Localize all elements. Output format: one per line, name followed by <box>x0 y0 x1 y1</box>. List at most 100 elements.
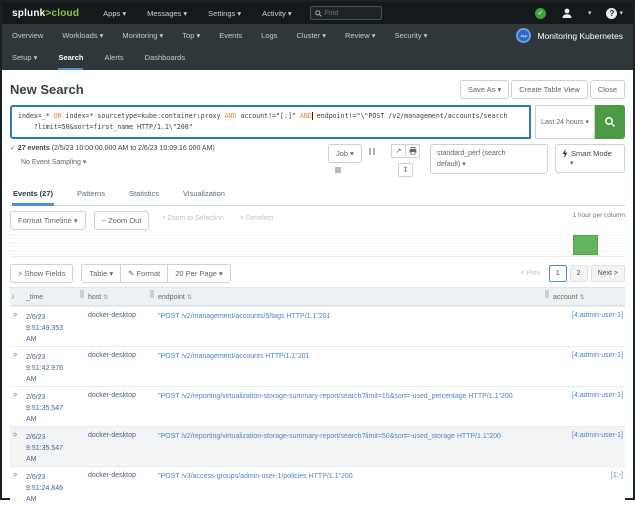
column-resize-handle[interactable] <box>80 290 84 298</box>
account-cell[interactable]: [4:admin-user-1] <box>553 432 625 439</box>
menu-messages[interactable]: Messages ▾ <box>147 9 187 18</box>
zoom-out-button[interactable]: − Zoom Out <box>94 211 150 230</box>
tab-events[interactable]: Events (27) <box>12 183 54 206</box>
expand-row-icon[interactable]: > <box>10 312 26 319</box>
find-input[interactable] <box>325 10 377 17</box>
app-sub-nav: Setup ▾ Search Alerts Dashboards <box>2 47 633 70</box>
page-1-button[interactable]: 1 <box>549 265 567 282</box>
timeline-bar[interactable] <box>573 235 598 255</box>
time-range-picker[interactable]: Last 24 hours ▾ <box>535 105 595 139</box>
top-right-icons: ✓ ▾ ? ▾ <box>535 7 623 19</box>
nav-top[interactable]: Top ▾ <box>182 31 200 40</box>
search-query-input[interactable]: index=_* OR index=* sourcetype=kube:cont… <box>10 105 531 139</box>
table-row: > 2/6/23 9:51:24.846 AM docker-desktop "… <box>10 466 625 506</box>
account-cell[interactable]: [4:admin-user-1] <box>553 352 625 359</box>
nav-security[interactable]: Security ▾ <box>395 31 428 40</box>
expand-row-icon[interactable]: > <box>10 472 26 479</box>
close-button[interactable]: Close <box>590 80 625 99</box>
event-date: 2/6/23 <box>26 312 88 323</box>
magnifier-icon <box>604 116 616 128</box>
format-timeline-button[interactable]: Format Timeline ▾ <box>10 211 86 230</box>
table-row: > 2/6/23 9:51:42.976 AM docker-desktop "… <box>10 346 625 386</box>
stop-icon[interactable] <box>335 167 341 173</box>
host-cell[interactable]: docker-desktop <box>88 472 158 479</box>
next-page-button[interactable]: Next > <box>591 265 625 282</box>
job-status-bar: ✓ 27 events (2/5/23 10:00:00.000 AM to 2… <box>10 144 625 180</box>
column-resize-handle[interactable] <box>545 290 549 298</box>
col-endpoint-label: endpoint <box>158 294 185 301</box>
results-toolbar: > Show Fields Table ▾ ✎ Format 20 Per Pa… <box>10 264 625 283</box>
table-view-dropdown[interactable]: Table ▾ <box>81 264 121 283</box>
splunk-cloud-logo[interactable]: splunk>cloud <box>12 8 79 19</box>
page-2-button[interactable]: 2 <box>570 265 588 282</box>
col-info: i <box>10 293 26 301</box>
host-cell[interactable]: docker-desktop <box>88 312 158 319</box>
per-page-dropdown[interactable]: 20 Per Page ▾ <box>167 264 231 283</box>
expand-row-icon[interactable]: > <box>10 432 26 439</box>
endpoint-cell[interactable]: "POST /v2/reporting/virtualization-stora… <box>158 432 553 443</box>
pause-icon[interactable] <box>369 148 375 155</box>
share-icon[interactable]: ↗ <box>391 144 406 158</box>
endpoint-cell[interactable]: "POST /v3/access-groups/admin-user-1/pol… <box>158 472 553 483</box>
column-resize-handle[interactable] <box>150 290 154 298</box>
account-cell[interactable]: [1:-] <box>553 472 625 479</box>
tab-patterns[interactable]: Patterns <box>76 183 106 206</box>
smart-mode-dropdown[interactable]: Smart Mode ▾ <box>555 144 625 173</box>
menu-apps[interactable]: Apps ▾ <box>103 9 126 18</box>
save-as-button[interactable]: Save As ▾ <box>460 80 509 99</box>
tab-statistics[interactable]: Statistics <box>128 183 160 206</box>
nav-monitoring[interactable]: Monitoring ▾ <box>122 31 163 40</box>
user-icon[interactable] <box>561 7 573 19</box>
create-table-view-button[interactable]: Create Table View <box>511 80 588 99</box>
search-mode-perf-dropdown[interactable]: standard_perf (search default) ▾ <box>430 144 548 174</box>
find-search-box[interactable] <box>310 6 382 20</box>
tab-visualization[interactable]: Visualization <box>182 183 226 206</box>
endpoint-cell[interactable]: "POST /v2/reporting/virtualization-stora… <box>158 392 553 403</box>
nav-cluster[interactable]: Cluster ▾ <box>296 31 326 40</box>
menu-activity[interactable]: Activity ▾ <box>262 9 292 18</box>
host-cell[interactable]: docker-desktop <box>88 392 158 399</box>
col-endpoint[interactable]: endpoint⇅ <box>158 293 553 301</box>
event-date: 2/6/23 <box>26 472 88 483</box>
sort-icon: ⇅ <box>103 294 108 301</box>
job-menu-button[interactable]: Job ▾ <box>328 144 362 163</box>
search-bar: index=_* OR index=* sourcetype=kube:cont… <box>10 105 625 139</box>
endpoint-cell[interactable]: "POST /v2/management/accounts HTTP/1.1"2… <box>158 352 553 363</box>
nav-workloads[interactable]: Workloads ▾ <box>62 31 103 40</box>
logo-cloud: cloud <box>51 8 79 19</box>
nav-review[interactable]: Review ▾ <box>345 31 375 40</box>
subnav-dashboards[interactable]: Dashboards <box>145 47 185 70</box>
account-caret-icon[interactable]: ▾ <box>588 9 592 17</box>
event-sampling-dropdown[interactable]: No Event Sampling ▾ <box>10 158 215 168</box>
run-search-button[interactable] <box>595 105 625 139</box>
menu-settings[interactable]: Settings ▾ <box>208 9 241 18</box>
col-time[interactable]: _time <box>26 293 88 301</box>
timeline-chart[interactable] <box>10 231 625 257</box>
col-account[interactable]: account⇅ <box>553 293 625 301</box>
format-button[interactable]: ✎ Format <box>120 264 168 283</box>
health-check-icon[interactable]: ✓ <box>535 8 546 19</box>
endpoint-cell[interactable]: "POST /v2/management/accounts/5/tags HTT… <box>158 312 553 323</box>
show-fields-button[interactable]: > Show Fields <box>10 264 73 283</box>
job-summary: ✓ 27 events (2/5/23 10:00:00.000 AM to 2… <box>10 144 215 168</box>
col-host[interactable]: host⇅ <box>88 293 158 301</box>
event-time-range: (2/5/23 10:00:00.000 AM to 2/6/23 10:09:… <box>52 145 215 152</box>
smart-mode-label: Smart Mode <box>571 148 612 159</box>
host-cell[interactable]: docker-desktop <box>88 432 158 439</box>
subnav-setup[interactable]: Setup ▾ <box>12 47 37 70</box>
export-icon[interactable]: ↧ <box>398 163 413 177</box>
subnav-alerts[interactable]: Alerts <box>104 47 123 70</box>
nav-logs[interactable]: Logs <box>261 31 277 40</box>
account-cell[interactable]: [4:admin-user-1] <box>553 392 625 399</box>
host-cell[interactable]: docker-desktop <box>88 352 158 359</box>
zoom-to-selection-button: + Zoom to Selection <box>157 211 227 226</box>
help-menu[interactable]: ? ▾ <box>606 8 623 19</box>
expand-row-icon[interactable]: > <box>10 392 26 399</box>
expand-row-icon[interactable]: > <box>10 352 26 359</box>
nav-events[interactable]: Events <box>219 31 242 40</box>
search-icon <box>315 10 322 17</box>
nav-overview[interactable]: Overview <box>12 31 43 40</box>
account-cell[interactable]: [4:admin-user-1] <box>553 312 625 319</box>
subnav-search[interactable]: Search <box>58 47 83 70</box>
print-icon[interactable] <box>405 144 420 158</box>
